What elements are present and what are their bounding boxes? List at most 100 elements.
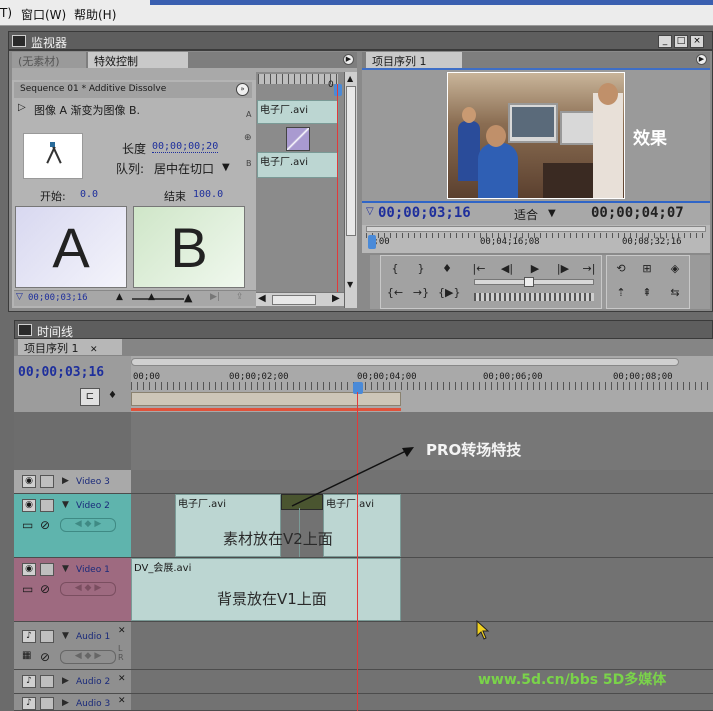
tab-close-icon[interactable]: ✕ <box>90 345 98 355</box>
program-video-frame[interactable] <box>447 72 625 199</box>
collapse-icon[interactable]: ▼ <box>62 564 69 574</box>
tab-effect-control[interactable]: 特效控制 <box>88 52 188 68</box>
duration-value[interactable]: 00;00;00;20 <box>152 141 219 153</box>
panel-menu-icon[interactable]: ▶ <box>343 54 354 65</box>
go-to-out-icon[interactable]: →| <box>580 261 598 276</box>
scroll-right-icon[interactable]: ▶ <box>332 293 340 304</box>
speaker-icon[interactable]: ♪ <box>22 630 36 643</box>
go-prev-edit-icon[interactable]: {← <box>386 285 404 300</box>
chevron-down-icon[interactable]: ▼ <box>222 162 230 173</box>
forward-icon[interactable]: » <box>236 83 249 96</box>
track-area-audio1[interactable] <box>131 622 713 670</box>
keyframe-nav[interactable]: ◀ ◆ ▶ <box>60 518 116 532</box>
tab-source[interactable]: (无素材) <box>12 52 86 68</box>
lock-toggle[interactable] <box>40 697 54 710</box>
scroll-down-icon[interactable]: ▼ <box>347 280 353 289</box>
lock-toggle[interactable] <box>40 563 54 576</box>
track-head-video3[interactable]: ◉ ▶ Video 3 <box>14 470 131 494</box>
loop-icon[interactable]: ⟲ <box>612 261 630 276</box>
timeline-current-timecode[interactable]: 00;00;03;16 <box>18 365 104 380</box>
track-area-video1[interactable]: DV_会展.avi 背景放在V1上面 <box>131 558 713 622</box>
lock-toggle[interactable] <box>40 475 54 488</box>
expand-icon[interactable]: ▶ <box>62 676 69 686</box>
alignment-select[interactable]: 居中在切口 <box>154 160 214 177</box>
end-value[interactable]: 100.0 <box>193 189 223 200</box>
step-back-icon[interactable]: ◀| <box>498 261 516 276</box>
track-head-audio1[interactable]: ♪ ▼ Audio 1 ✕ L R ▦ ⊘ ◀ ◆ ▶ <box>14 622 131 670</box>
shuttle-slider[interactable] <box>474 279 594 285</box>
ec-vscroll[interactable]: ▲ ▼ <box>344 72 357 308</box>
track-area-video2[interactable]: 电子厂.avi 电子厂.avi 素材放在V2上面 <box>131 494 713 558</box>
output-icon[interactable]: ◈ <box>666 261 684 276</box>
timeline-ruler[interactable]: 00;00 00;00;02;00 00;00;04;00 00;00;06;0… <box>131 356 713 412</box>
play-icon[interactable]: ▶ <box>526 261 544 276</box>
safe-margins-icon[interactable]: ⊞ <box>638 261 656 276</box>
keyframe-toggle-icon[interactable]: ⊘ <box>40 582 50 596</box>
track-head-audio3[interactable]: ♪ ▶ Audio 3 ✕ <box>14 694 131 711</box>
maximize-button[interactable]: □ <box>674 35 688 48</box>
lift-icon[interactable]: ⇡ <box>612 285 630 300</box>
ec-vscroll-thumb[interactable] <box>346 86 356 236</box>
eye-icon[interactable]: ◉ <box>22 563 36 576</box>
mark-in-icon[interactable]: { <box>386 261 404 276</box>
next-icon[interactable]: ▶| <box>210 292 220 302</box>
minimize-button[interactable]: _ <box>658 35 672 48</box>
trim-icon[interactable]: ⇆ <box>666 285 684 300</box>
tab-program[interactable]: 项目序列 1 <box>366 52 462 68</box>
eye-icon[interactable]: ◉ <box>22 475 36 488</box>
lock-toggle[interactable] <box>40 499 54 512</box>
play-in-to-out-icon[interactable]: {▶} <box>438 285 460 300</box>
zoom-out-icon[interactable]: ▲ <box>116 292 123 302</box>
zoom-in-icon[interactable]: ▲ <box>184 291 192 304</box>
sync-icon[interactable]: ✕ <box>118 626 126 636</box>
menu-item-help[interactable]: 帮助(H) <box>74 6 116 23</box>
display-style-icon[interactable]: ▭ <box>22 582 33 596</box>
menu-item-window[interactable]: 窗口(W) <box>21 6 66 23</box>
keyframe-toggle-icon[interactable]: ⊘ <box>40 650 50 664</box>
start-value[interactable]: 0.0 <box>80 189 98 200</box>
waveform-icon[interactable]: ▦ <box>22 650 31 661</box>
shuttle-handle[interactable] <box>524 277 534 287</box>
program-playhead-icon[interactable] <box>368 235 376 249</box>
zoom-slider-handle[interactable]: ▲ <box>148 292 155 302</box>
export-icon[interactable]: ⇪ <box>236 292 244 302</box>
step-forward-icon[interactable]: |▶ <box>554 261 572 276</box>
lock-toggle[interactable] <box>40 630 54 643</box>
keyframe-toggle-icon[interactable]: ⊘ <box>40 518 50 532</box>
sync-icon[interactable]: ✕ <box>118 696 126 706</box>
effect-control-timecode[interactable]: 00;00;03;16 <box>28 293 88 303</box>
timeline-window-titlebar[interactable]: 时间线 <box>14 320 713 339</box>
set-marker-icon[interactable]: ♦ <box>438 261 456 276</box>
speaker-icon[interactable]: ♪ <box>22 697 36 710</box>
track-head-video1[interactable]: ◉ ▼ Video 1 ▭ ⊘ ◀ ◆ ▶ <box>14 558 131 622</box>
program-zoom-bar[interactable] <box>366 226 706 232</box>
collapse-icon[interactable]: ▼ <box>62 631 69 641</box>
program-zoom-select[interactable]: 适合 <box>514 206 538 223</box>
clip-b[interactable]: 电子厂.avi <box>257 152 339 178</box>
playhead-handle-icon[interactable] <box>334 84 342 96</box>
keyframe-nav[interactable]: ◀ ◆ ▶ <box>60 582 116 596</box>
scroll-left-icon[interactable]: ◀ <box>258 293 266 304</box>
display-style-icon[interactable]: ▭ <box>22 518 33 532</box>
go-next-edit-icon[interactable]: →} <box>412 285 430 300</box>
clip-a[interactable]: 电子厂.avi <box>257 100 339 124</box>
work-area-bar[interactable] <box>131 392 401 406</box>
track-head-audio2[interactable]: ♪ ▶ Audio 2 ✕ <box>14 670 131 694</box>
timeline-zoom-bar[interactable] <box>131 358 679 366</box>
add-marker-icon[interactable]: ♦ <box>108 390 117 401</box>
expand-icon[interactable]: ▶ <box>62 476 69 486</box>
mark-out-icon[interactable]: } <box>412 261 430 276</box>
menu-item-prev[interactable]: T) <box>0 6 12 20</box>
collapse-icon[interactable]: ▼ <box>62 500 69 510</box>
go-to-in-icon[interactable]: |← <box>470 261 488 276</box>
ec-hscroll-thumb[interactable] <box>272 295 316 305</box>
program-current-timecode[interactable]: 00;00;03;16 <box>378 205 471 221</box>
card-b[interactable]: B <box>133 206 245 288</box>
scroll-up-icon[interactable]: ▲ <box>347 74 353 83</box>
extract-icon[interactable]: ⇞ <box>638 285 656 300</box>
expand-icon[interactable]: ▶ <box>62 698 69 708</box>
zoom-slider[interactable] <box>132 298 184 300</box>
lock-toggle[interactable] <box>40 675 54 688</box>
close-button[interactable]: × <box>690 35 704 48</box>
timeline-playhead-icon[interactable] <box>353 382 363 394</box>
